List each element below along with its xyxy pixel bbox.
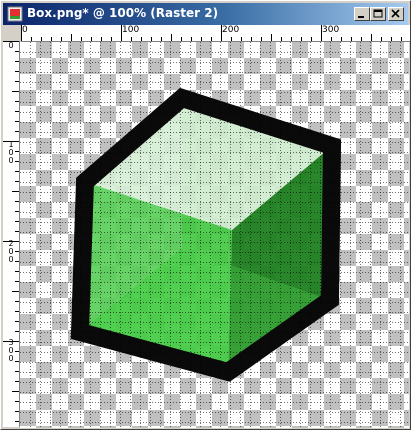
ruler-label-v-0: 0 xyxy=(8,41,14,50)
horizontal-ruler-ticks xyxy=(21,25,402,41)
image-canvas[interactable] xyxy=(20,42,409,428)
maximize-icon xyxy=(373,9,383,18)
horizontal-ruler[interactable]: 0 100 200 300 xyxy=(21,25,410,42)
ruler-corner xyxy=(3,25,21,41)
ruler-label-100: 100 xyxy=(122,25,140,35)
close-icon xyxy=(391,9,400,18)
vertical-ruler[interactable]: 0 1 0 0 2 0 0 3 0 0 xyxy=(3,41,20,427)
ruler-label-v-200: 2 0 0 xyxy=(8,239,14,264)
window-title: Box.png* @ 100% (Raster 2) xyxy=(27,6,219,20)
image-document-icon xyxy=(7,6,23,22)
image-window: Box.png* @ 100% (Raster 2) 0 100 200 300… xyxy=(0,0,411,430)
close-button[interactable] xyxy=(388,7,404,21)
minimize-button[interactable] xyxy=(354,7,370,21)
ruler-label-300: 300 xyxy=(322,25,340,35)
ruler-label-v-300: 3 0 0 xyxy=(8,338,14,363)
maximize-button[interactable] xyxy=(370,7,386,21)
title-bar[interactable]: Box.png* @ 100% (Raster 2) xyxy=(3,3,408,25)
vertical-ruler-ticks xyxy=(3,41,19,422)
ruler-label-v-100: 1 0 0 xyxy=(8,140,14,165)
box-image xyxy=(20,42,409,428)
ruler-label-200: 200 xyxy=(222,25,240,35)
minimize-icon xyxy=(358,16,364,18)
ruler-label-0: 0 xyxy=(22,25,28,35)
